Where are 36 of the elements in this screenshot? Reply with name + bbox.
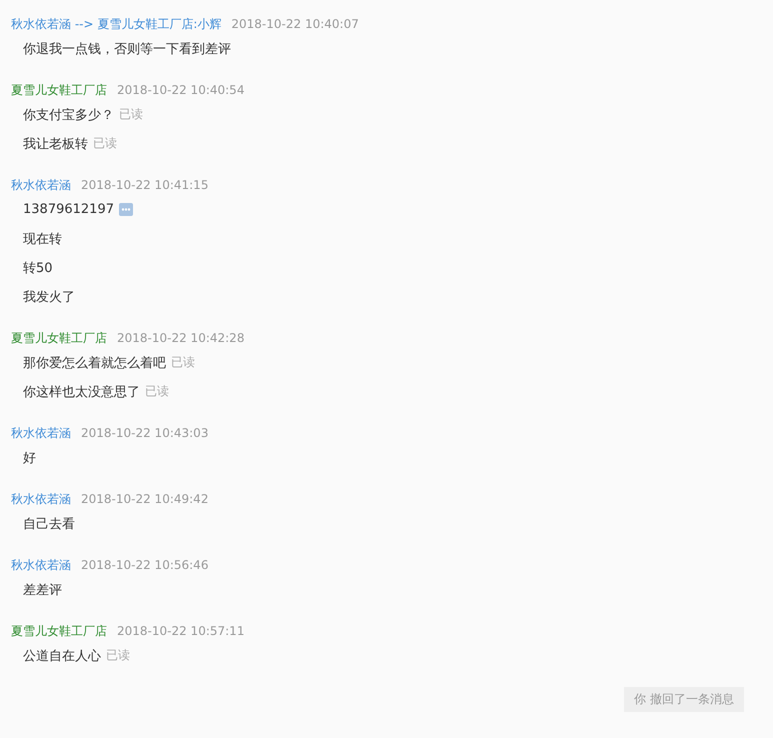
sender-name: 秋水依若涵 <box>11 490 71 508</box>
message-text: 转50 <box>23 260 53 276</box>
timestamp: 2018-10-22 10:43:03 <box>81 426 208 440</box>
sender-name: 秋水依若涵 <box>11 424 71 442</box>
timestamp: 2018-10-22 10:40:54 <box>117 83 244 97</box>
sender-name: 秋水依若涵 <box>11 176 71 194</box>
sender-name: 秋水依若涵 --> 夏雪儿女鞋工厂店:小辉 <box>11 16 222 32</box>
sender-name: 秋水依若涵 <box>11 556 71 574</box>
message-text: 你支付宝多少？ <box>23 106 114 124</box>
timestamp: 2018-10-22 10:41:15 <box>81 178 208 192</box>
timestamp: 2018-10-22 10:49:42 <box>81 492 208 506</box>
read-status: 已读 <box>93 135 117 152</box>
read-status: 已读 <box>106 647 130 664</box>
read-status: 已读 <box>171 354 195 371</box>
read-status: 已读 <box>145 383 169 400</box>
message-text: 你这样也太没意思了 <box>23 384 140 400</box>
timestamp: 2018-10-22 10:57:11 <box>117 624 244 638</box>
sender-name: 夏雪儿女鞋工厂店 <box>11 330 107 346</box>
message-text: 差差评 <box>23 582 62 598</box>
message-text: 13879612197 <box>23 202 114 217</box>
sender-name: 夏雪儿女鞋工厂店 <box>11 82 107 98</box>
recall-notice: 你 撤回了一条消息 <box>624 687 744 712</box>
message-text: 现在转 <box>23 230 62 248</box>
message-text: 我让老板转 <box>23 136 88 152</box>
sender-name: 夏雪儿女鞋工厂店 <box>11 622 107 640</box>
message-text: 好 <box>23 450 36 466</box>
more-icon[interactable] <box>118 203 133 216</box>
message-text: 你退我一点钱，否则等一下看到差评 <box>23 40 231 58</box>
message-text: 那你爱怎么着就怎么着吧 <box>23 354 166 372</box>
message-text: 我发火了 <box>23 288 75 306</box>
timestamp: 2018-10-22 10:42:28 <box>117 331 244 345</box>
read-status: 已读 <box>119 106 143 123</box>
timestamp: 2018-10-22 10:56:46 <box>81 558 208 572</box>
message-text: 公道自在人心 <box>23 648 101 664</box>
timestamp: 2018-10-22 10:40:07 <box>231 17 359 31</box>
message-text: 自己去看 <box>23 516 75 532</box>
